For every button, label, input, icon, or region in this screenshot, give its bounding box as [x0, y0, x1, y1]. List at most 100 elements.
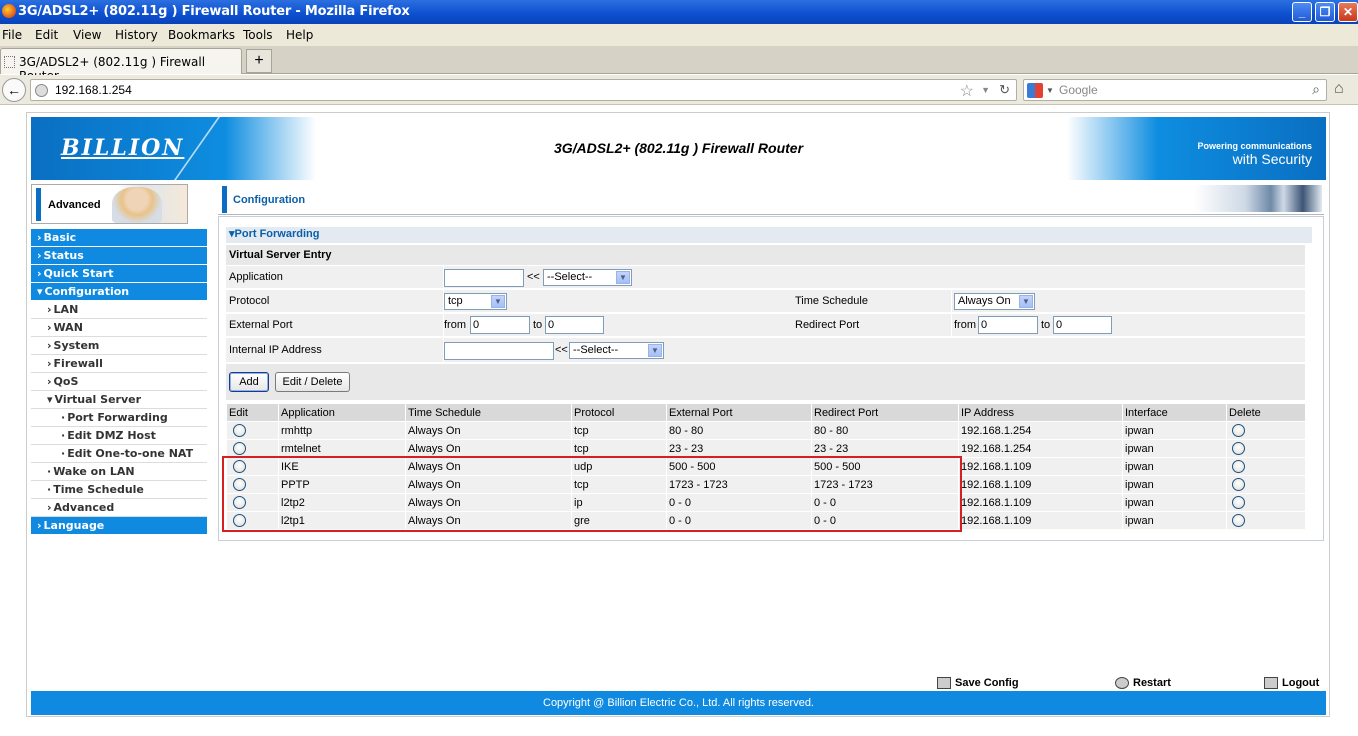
- application-input[interactable]: [444, 269, 524, 287]
- sidebar-item-lan[interactable]: › LAN: [31, 301, 207, 319]
- copyright-bar: Copyright @ Billion Electric Co., Ltd. A…: [31, 691, 1326, 715]
- menu-marker-icon: ▾: [47, 393, 53, 406]
- tagline-top: Powering communications: [1197, 141, 1312, 151]
- menu-marker-icon: ›: [37, 231, 42, 244]
- url-bar[interactable]: 192.168.1.254 ☆ ▼ ↻: [30, 79, 1017, 101]
- action-row: Add Edit / Delete: [226, 364, 1305, 400]
- delete-radio[interactable]: [1232, 477, 1245, 491]
- sidebar-item-time-schedule[interactable]: · Time Schedule: [31, 481, 207, 499]
- google-engine-icon[interactable]: [1027, 83, 1043, 98]
- table-cell: ipwan: [1122, 494, 1226, 512]
- table-cell: 192.168.1.109: [958, 458, 1122, 476]
- sidebar-item-wake-on-lan[interactable]: · Wake on LAN: [31, 463, 207, 481]
- menu-marker-icon: ›: [37, 519, 42, 532]
- delete-radio[interactable]: [1232, 495, 1245, 509]
- application-select[interactable]: --Select-- ▼: [543, 269, 632, 286]
- sidebar-item-status[interactable]: › Status: [31, 247, 207, 265]
- sidebar-item-virtual-server[interactable]: ▾ Virtual Server: [31, 391, 207, 409]
- internal-ip-select-value: --Select--: [573, 344, 619, 356]
- time-schedule-select[interactable]: Always On ▼: [954, 293, 1035, 310]
- restart-icon: [1115, 677, 1129, 690]
- sidebar-item-label: Advanced: [53, 501, 115, 514]
- new-tab-button[interactable]: +: [246, 49, 272, 73]
- menu-history[interactable]: History: [115, 28, 158, 42]
- sidebar-item-qos[interactable]: › QoS: [31, 373, 207, 391]
- delete-cell: [1226, 494, 1305, 512]
- mode-label: Advanced: [48, 199, 101, 211]
- logout-link[interactable]: Logout: [1264, 677, 1319, 690]
- tab-router[interactable]: 3G/ADSL2+ (802.11g ) Firewall Router: [0, 48, 242, 83]
- sidebar-item-label: Basic: [43, 231, 77, 244]
- delete-radio[interactable]: [1232, 459, 1245, 473]
- external-port-to-input[interactable]: 0: [545, 316, 604, 334]
- sidebar-item-basic[interactable]: › Basic: [31, 229, 207, 247]
- search-icon[interactable]: ⌕: [1312, 81, 1320, 98]
- restart-link[interactable]: Restart: [1115, 677, 1171, 690]
- back-button[interactable]: ←: [2, 78, 26, 102]
- table-header-row: Edit Application Time Schedule Protocol Exte…: [226, 404, 1305, 422]
- delete-radio[interactable]: [1232, 441, 1245, 455]
- delete-cell: [1226, 422, 1305, 440]
- menu-view[interactable]: View: [73, 28, 101, 42]
- minimize-button[interactable]: _: [1292, 2, 1312, 22]
- bookmark-star-icon[interactable]: ☆: [960, 81, 974, 101]
- table-cell: 80 - 80: [666, 422, 811, 440]
- delete-radio[interactable]: [1232, 423, 1245, 437]
- application-arrows: <<: [527, 271, 540, 283]
- search-bar[interactable]: ▼ Google ⌕: [1023, 79, 1327, 101]
- internal-ip-select[interactable]: --Select-- ▼: [569, 342, 664, 359]
- close-button[interactable]: ✕: [1338, 2, 1358, 22]
- engine-dropdown-icon[interactable]: ▼: [1046, 86, 1054, 95]
- globe-icon: [35, 84, 48, 97]
- chevron-down-icon: ▼: [648, 344, 662, 357]
- menu-tools[interactable]: Tools: [243, 28, 273, 42]
- sidebar-item-advanced[interactable]: › Advanced: [31, 499, 207, 517]
- menu-bookmarks[interactable]: Bookmarks: [168, 28, 235, 42]
- support-woman-image: [112, 187, 162, 223]
- sidebar-item-system[interactable]: › System: [31, 337, 207, 355]
- url-dropdown-icon[interactable]: ▼: [981, 85, 990, 95]
- internal-ip-row: Internal IP Address << --Select-- ▼: [226, 338, 1305, 363]
- column-header: Time Schedule: [405, 404, 571, 422]
- menu-edit[interactable]: Edit: [35, 28, 58, 42]
- protocol-select[interactable]: tcp ▼: [444, 293, 507, 310]
- internal-ip-input[interactable]: [444, 342, 554, 360]
- restore-button[interactable]: ❐: [1315, 2, 1335, 22]
- port-forwarding-heading[interactable]: ▾Port Forwarding: [226, 227, 1312, 243]
- redirect-port-to-input[interactable]: 0: [1053, 316, 1112, 334]
- sidebar-item-port-forwarding[interactable]: · Port Forwarding: [31, 409, 207, 427]
- sidebar-item-edit-dmz-host[interactable]: · Edit DMZ Host: [31, 427, 207, 445]
- sidebar-item-wan[interactable]: › WAN: [31, 319, 207, 337]
- edit-radio[interactable]: [233, 441, 246, 455]
- home-icon[interactable]: ⌂: [1334, 80, 1344, 98]
- redirect-port-label: Redirect Port: [795, 319, 860, 331]
- delete-radio[interactable]: [1232, 513, 1245, 527]
- add-button[interactable]: Add: [229, 372, 269, 392]
- ports-row: External Port from 0 to 0 Redirect Port …: [226, 314, 1305, 337]
- reload-icon[interactable]: ↻: [999, 82, 1010, 98]
- menu-marker-icon: ·: [61, 411, 66, 424]
- menu-marker-icon: ·: [47, 483, 52, 496]
- menu-help[interactable]: Help: [286, 28, 313, 42]
- sidebar-item-edit-one-to-one-nat[interactable]: · Edit One-to-one NAT: [31, 445, 207, 463]
- save-config-link[interactable]: Save Config: [937, 677, 1019, 690]
- tagline: Powering communications with Security: [1197, 141, 1312, 167]
- application-row: Application << --Select-- ▼: [226, 266, 1305, 289]
- row-separator: [951, 314, 952, 337]
- sidebar-item-label: QoS: [53, 375, 79, 388]
- edit-delete-button[interactable]: Edit / Delete: [275, 372, 350, 392]
- external-port-from-input[interactable]: 0: [470, 316, 530, 334]
- sidebar-item-firewall[interactable]: › Firewall: [31, 355, 207, 373]
- menu-marker-icon: ›: [47, 501, 52, 514]
- sidebar-item-quick-start[interactable]: › Quick Start: [31, 265, 207, 283]
- redirect-port-from-input[interactable]: 0: [978, 316, 1038, 334]
- column-header: Protocol: [571, 404, 666, 422]
- url-text: 192.168.1.254: [55, 83, 132, 97]
- sidebar-item-language[interactable]: › Language: [31, 517, 207, 535]
- menu-file[interactable]: File: [2, 28, 22, 42]
- edit-radio[interactable]: [233, 423, 246, 437]
- sidebar-item-configuration[interactable]: ▾ Configuration: [31, 283, 207, 301]
- table-cell: ipwan: [1122, 512, 1226, 530]
- ext-from-label: from: [444, 319, 466, 331]
- table-cell: 192.168.1.109: [958, 494, 1122, 512]
